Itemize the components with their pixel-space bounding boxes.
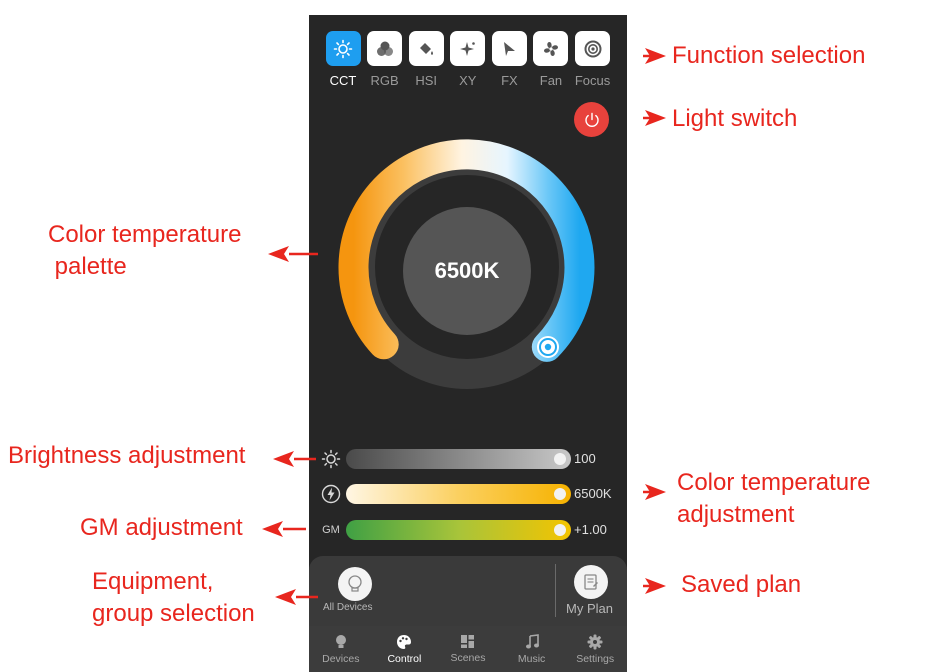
annotation-palette-line1: Color temperature <box>48 221 242 248</box>
annotation-equipment-line1: Equipment, <box>92 568 214 595</box>
annotation-light-switch: Light switch <box>672 105 798 132</box>
annotation-gm: GM adjustment <box>80 514 243 541</box>
annotation-brightness: Brightness adjustment <box>8 442 246 469</box>
annotation-palette-line2: palette <box>48 253 127 280</box>
annotation-saved-plan: Saved plan <box>681 571 802 598</box>
annotation-cct-line2: adjustment <box>677 501 795 528</box>
annotation-function-selection: Function selection <box>672 42 866 69</box>
annotation-equipment-line2: group selection <box>92 600 255 627</box>
annotation-cct-line1: Color temperature <box>677 469 871 496</box>
